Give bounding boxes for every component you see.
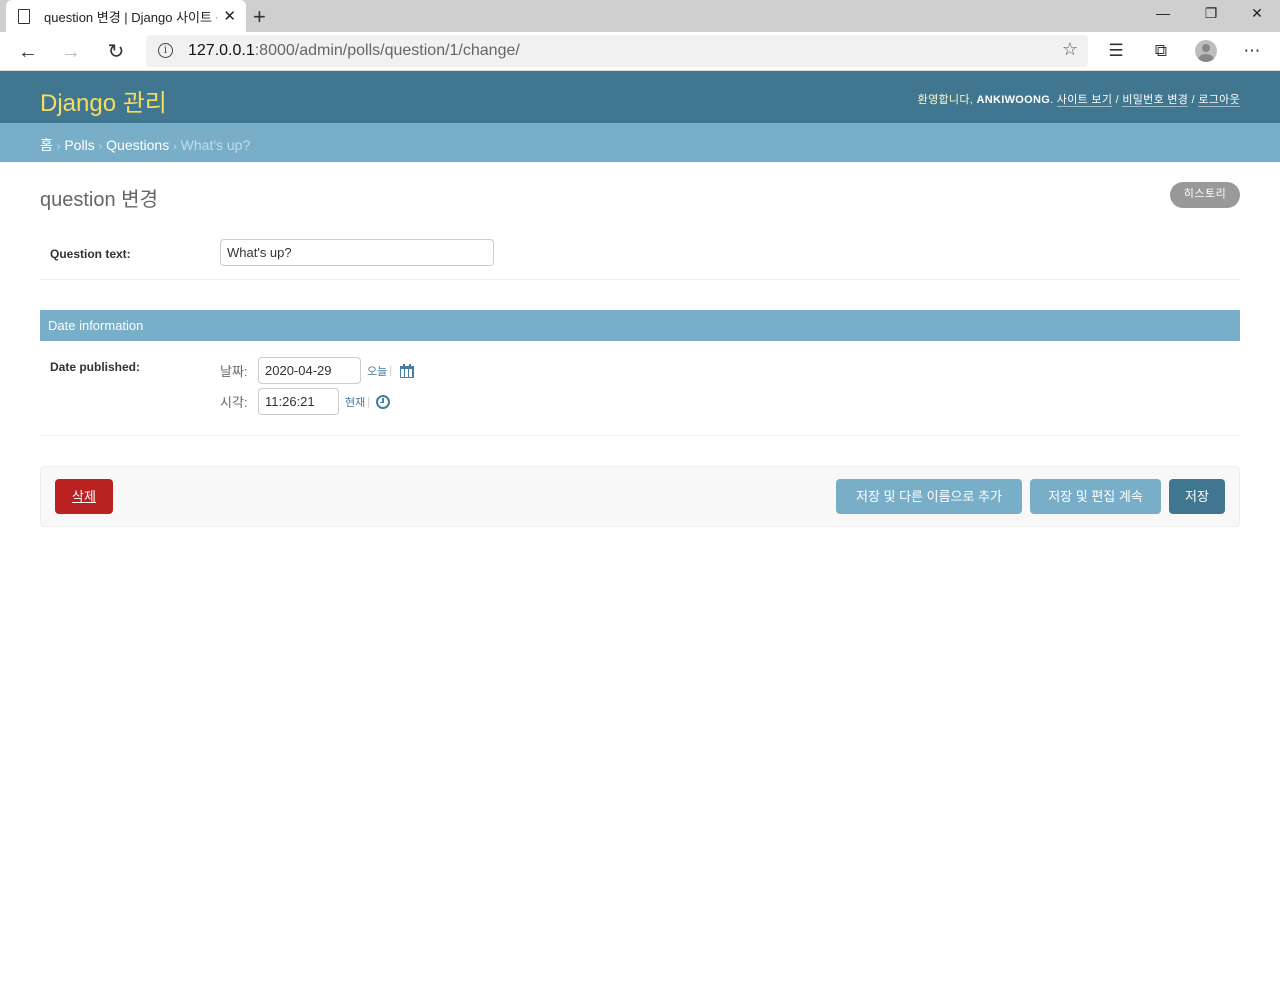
tab-title: question 변경 | Django 사이트 관 xyxy=(44,9,218,25)
browser-toolbar: ← → ↻ i 127.0.0.1:8000/admin/polls/quest… xyxy=(0,32,1280,71)
reload-icon[interactable]: ↻ xyxy=(102,38,130,66)
more-menu-icon[interactable]: ⋯ xyxy=(1241,40,1263,62)
url-host: 127.0.0.1 xyxy=(188,42,255,59)
view-site-link[interactable]: 사이트 보기 xyxy=(1056,94,1113,107)
site-info-icon[interactable]: i xyxy=(158,43,173,58)
browser-tab[interactable]: question 변경 | Django 사이트 관 ✕ xyxy=(6,0,246,32)
welcome-text: 환영합니다, xyxy=(917,94,974,106)
breadcrumb-home[interactable]: 홈 xyxy=(40,137,53,153)
calendar-icon[interactable] xyxy=(400,363,415,378)
save-as-new-button[interactable]: 저장 및 다른 이름으로 추가 xyxy=(836,479,1022,514)
favorites-icon[interactable]: ☰ xyxy=(1105,40,1127,62)
history-button[interactable]: 히스토리 xyxy=(1170,182,1240,208)
time-input[interactable] xyxy=(258,388,339,415)
tab-close-icon[interactable]: ✕ xyxy=(223,7,236,25)
question-text-row: Question text: xyxy=(40,228,1240,280)
date-label: 날짜: xyxy=(220,364,248,379)
change-password-link[interactable]: 비밀번호 변경 xyxy=(1122,94,1189,107)
save-continue-button[interactable]: 저장 및 편집 계속 xyxy=(1030,479,1161,514)
question-text-label: Question text: xyxy=(50,247,131,261)
address-bar[interactable]: i 127.0.0.1:8000/admin/polls/question/1/… xyxy=(146,35,1088,67)
url-path: :8000/admin/polls/question/1/change/ xyxy=(254,42,520,59)
new-tab-icon[interactable]: + xyxy=(253,4,266,30)
back-icon[interactable]: ← xyxy=(14,38,42,66)
logout-link[interactable]: 로그아웃 xyxy=(1198,94,1240,107)
question-text-input[interactable] xyxy=(220,239,494,266)
shortcut-separator: | xyxy=(367,395,371,408)
restore-icon[interactable]: ❐ xyxy=(1188,0,1234,32)
dot: . xyxy=(1050,94,1054,106)
window-close-icon[interactable]: ✕ xyxy=(1234,0,1280,32)
favorite-star-icon[interactable]: ☆ xyxy=(1062,39,1078,60)
date-published-label: Date published: xyxy=(50,360,141,374)
page-icon xyxy=(18,8,30,24)
breadcrumb-separator: › xyxy=(56,141,61,153)
now-link[interactable]: 현재 xyxy=(345,394,365,410)
collections-icon[interactable]: ⧉ xyxy=(1150,40,1172,62)
date-published-row: Date published: 날짜: 오늘 | 시각: 현재 | xyxy=(40,341,1240,436)
user-tools: 환영합니다, ANKIWOONG. 사이트 보기 / 비밀번호 변경 / 로그아… xyxy=(918,91,1240,107)
delete-button[interactable]: 삭제 xyxy=(55,479,113,514)
today-link[interactable]: 오늘 xyxy=(367,363,387,379)
time-line: 시각: 현재 | xyxy=(220,388,391,415)
admin-header: Django 관리 환영합니다, ANKIWOONG. 사이트 보기 / 비밀번… xyxy=(0,71,1280,123)
separator: / xyxy=(1191,94,1195,106)
shortcut-separator: | xyxy=(389,364,393,377)
breadcrumb-app[interactable]: Polls xyxy=(64,137,94,153)
breadcrumb-separator: › xyxy=(98,141,103,153)
save-button[interactable]: 저장 xyxy=(1169,479,1225,514)
breadcrumb: 홈 › Polls › Questions › What's up? xyxy=(0,123,1280,162)
page-title: question 변경 xyxy=(40,189,158,211)
separator: / xyxy=(1115,94,1119,106)
breadcrumb-current: What's up? xyxy=(180,137,251,153)
site-branding[interactable]: Django 관리 xyxy=(40,83,167,118)
date-line: 날짜: 오늘 | xyxy=(220,357,415,384)
url-text: 127.0.0.1:8000/admin/polls/question/1/ch… xyxy=(188,42,520,60)
breadcrumb-model[interactable]: Questions xyxy=(106,137,169,153)
username: ANKIWOONG xyxy=(976,94,1051,106)
date-input[interactable] xyxy=(258,357,361,384)
browser-tab-bar: question 변경 | Django 사이트 관 ✕ + — ❐ ✕ xyxy=(0,0,1280,32)
profile-avatar-icon[interactable] xyxy=(1195,40,1217,62)
clock-icon[interactable] xyxy=(376,394,391,409)
minimize-icon[interactable]: — xyxy=(1140,0,1186,32)
breadcrumb-separator: › xyxy=(173,141,177,153)
time-label: 시각: xyxy=(220,395,248,410)
fieldset-title: Date information xyxy=(40,310,1240,341)
submit-row: 삭제 저장 및 다른 이름으로 추가 저장 및 편집 계속 저장 xyxy=(40,466,1240,527)
forward-icon[interactable]: → xyxy=(57,38,85,66)
